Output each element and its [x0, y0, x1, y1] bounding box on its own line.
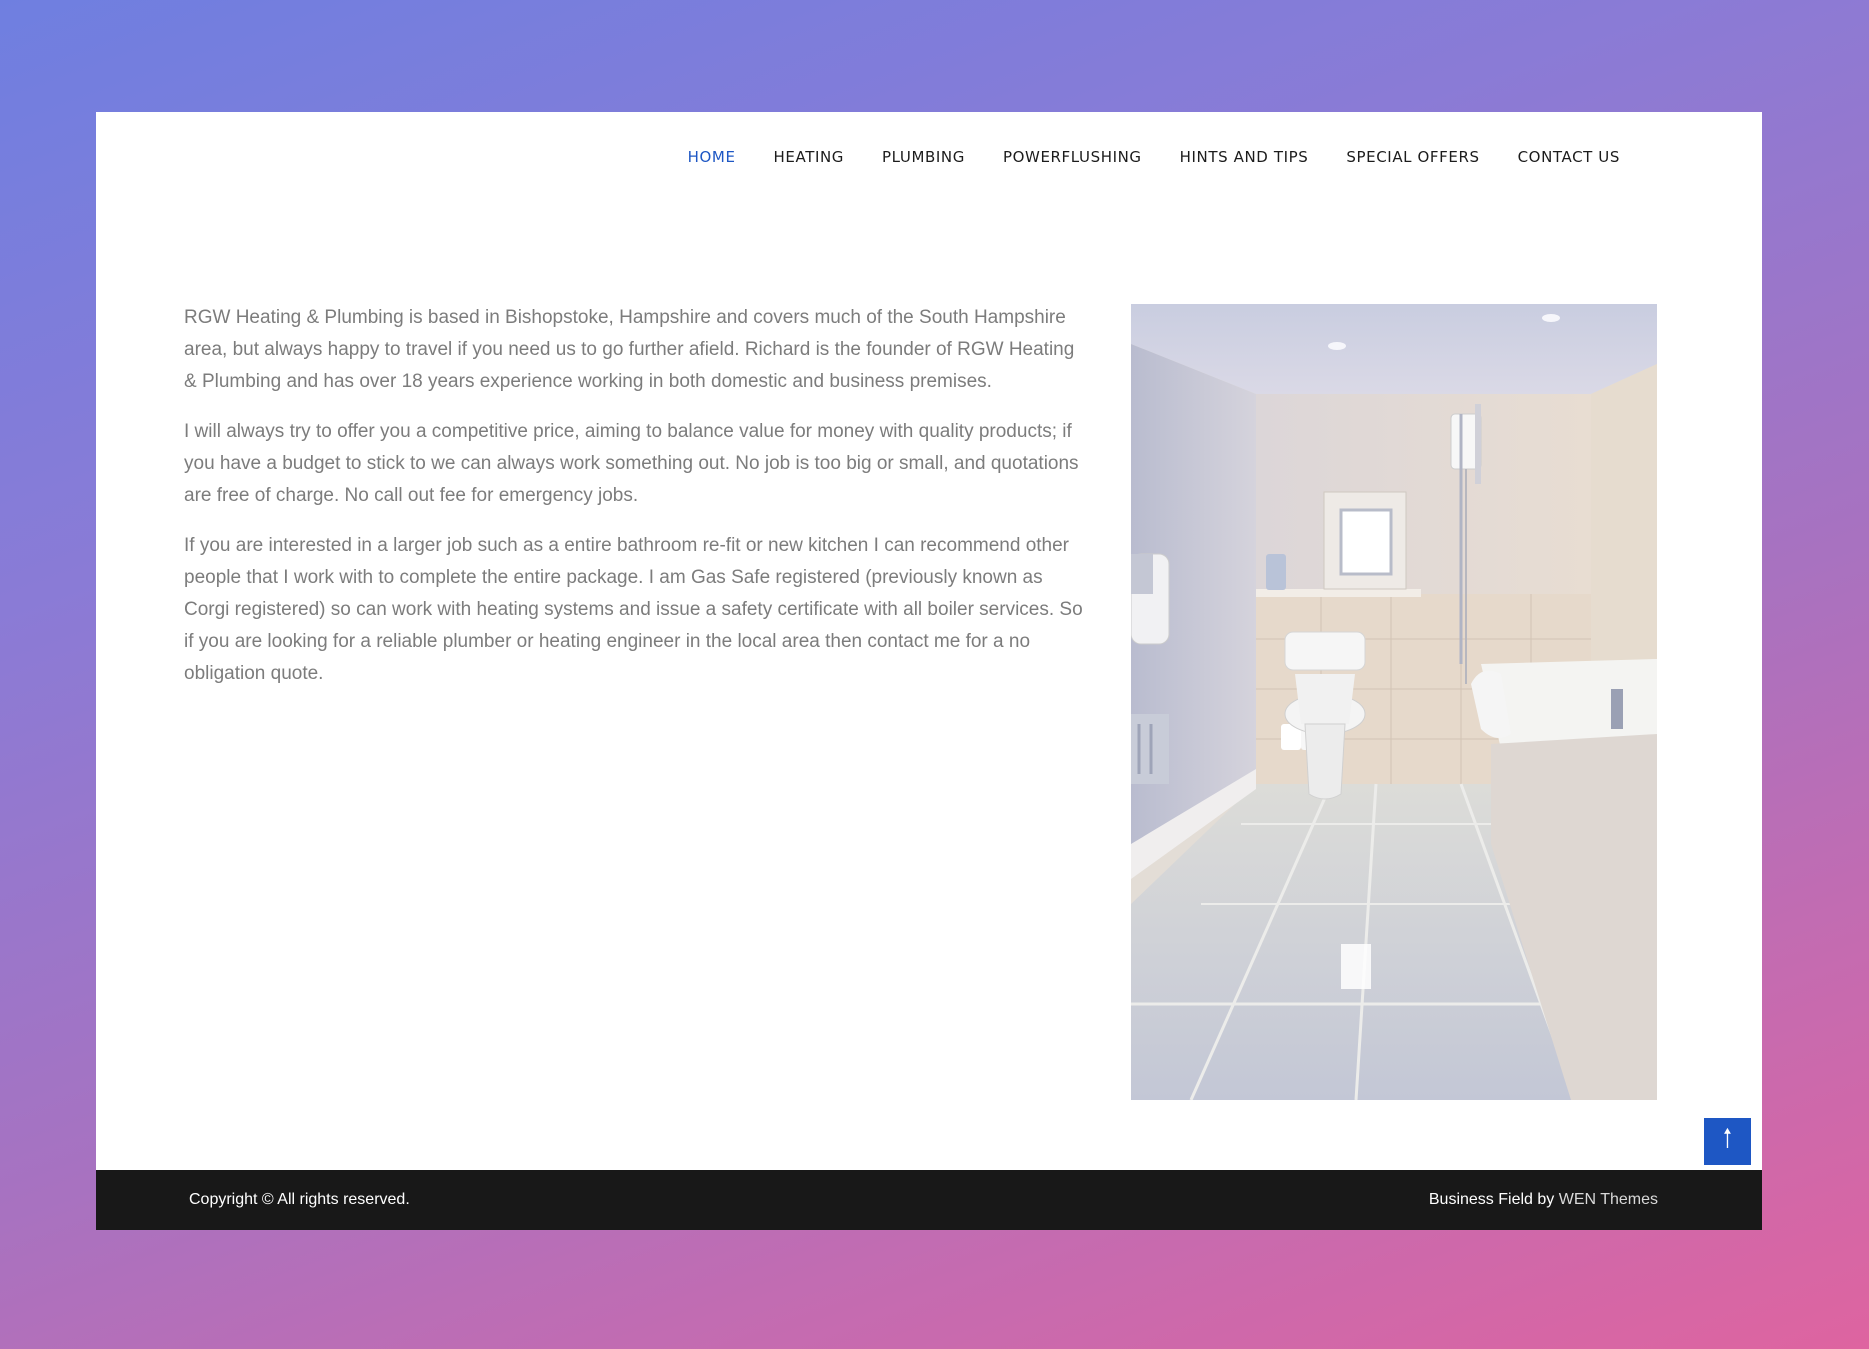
bathroom-photo [1131, 304, 1657, 1100]
intro-paragraph: RGW Heating & Plumbing is based in Bisho… [184, 307, 1075, 392]
theme-credit: Business Field by WEN Themes [1429, 1191, 1658, 1209]
page-container: HOME HEATING PLUMBING POWERFLUSHING HINT… [96, 112, 1762, 1230]
nav-item-contact-us[interactable]: CONTACT US [1518, 148, 1620, 166]
nav-item-hints-and-tips[interactable]: HINTS AND TIPS [1180, 148, 1309, 166]
nav-item-powerflushing[interactable]: POWERFLUSHING [1003, 148, 1142, 166]
site-footer: Copyright © All rights reserved. Busines… [96, 1170, 1762, 1230]
scroll-to-top-button[interactable]: 🠑 [1704, 1118, 1751, 1165]
pricing-paragraph: I will always try to offer you a competi… [184, 421, 1079, 506]
nav-item-special-offers[interactable]: SPECIAL OFFERS [1346, 148, 1479, 166]
wen-themes-link[interactable]: WEN Themes [1559, 1191, 1658, 1208]
nav-item-heating[interactable]: HEATING [774, 148, 844, 166]
nav-item-plumbing[interactable]: PLUMBING [882, 148, 965, 166]
nav-item-home[interactable]: HOME [688, 148, 736, 166]
main-content: RGW Heating & Plumbing is based in Bisho… [184, 302, 1086, 708]
copyright-text: Copyright © All rights reserved. [189, 1191, 410, 1208]
arrow-up-icon: 🠑 [1722, 1122, 1733, 1153]
services-paragraph: If you are interested in a larger job su… [184, 535, 1083, 684]
credit-prefix: Business Field by [1428, 1191, 1559, 1208]
main-nav: HOME HEATING PLUMBING POWERFLUSHING HINT… [96, 112, 1762, 202]
